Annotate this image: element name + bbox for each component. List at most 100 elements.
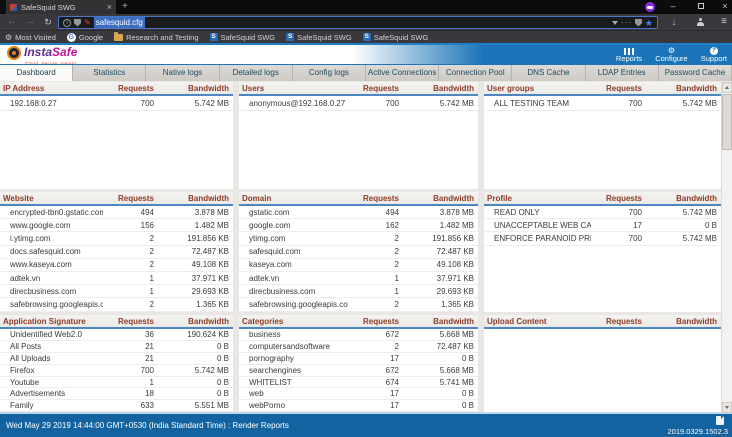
window-close-button[interactable]: × xyxy=(716,0,732,14)
header-action-label: Reports xyxy=(616,55,642,63)
row-requests: 156 xyxy=(103,221,158,230)
hamburger-menu-icon[interactable]: ≡ xyxy=(716,14,732,31)
row-label: ENFORCE PARANOID PRIVACY LEVEL xyxy=(484,234,591,243)
scrollbar-thumb[interactable] xyxy=(722,94,732,150)
table-row[interactable]: encrypted-tbn0.gstatic.com4943.878 MB xyxy=(0,206,233,219)
tab-dns-cache[interactable]: DNS Cache xyxy=(512,65,585,81)
extension-pen-icon[interactable]: ✎ xyxy=(84,19,91,27)
table-row[interactable]: Firefox7005.742 MB xyxy=(0,365,233,377)
table-row[interactable]: adtek.vn137.971 KB xyxy=(239,272,478,285)
table-row[interactable]: docs.safesquid.com272.487 KB xyxy=(0,246,233,259)
table-row[interactable]: kaseya.com249.108 KB xyxy=(239,259,478,272)
header-action-configure[interactable]: ⚙Configure xyxy=(655,46,688,63)
tab-dashboard[interactable]: Dashboard xyxy=(0,65,73,81)
safesquid-favicon-icon xyxy=(10,4,17,11)
page-actions-icon[interactable]: ··· xyxy=(621,19,632,27)
bookmark-google[interactable]: GGoogle xyxy=(67,31,103,43)
row-label: pornography xyxy=(239,354,348,363)
table-row[interactable]: www.kaseya.com249.108 KB xyxy=(0,259,233,272)
table-row[interactable]: web170 B xyxy=(239,388,478,400)
site-info-icon[interactable]: i xyxy=(63,19,71,27)
panel-header: ProfileRequestsBandwidth xyxy=(484,192,721,206)
bookmark-safesquid-swg[interactable]: SSafeSquid SWG xyxy=(363,31,429,43)
table-row[interactable]: pornography170 B xyxy=(239,353,478,365)
table-row[interactable]: gstatic.com4943.878 MB xyxy=(239,206,478,219)
reload-button[interactable]: ↻ xyxy=(40,14,56,31)
window-maximize-button[interactable] xyxy=(692,0,710,14)
table-row[interactable]: All Uploads210 B xyxy=(0,353,233,365)
table-row[interactable]: ytimg.com2191.856 KB xyxy=(239,232,478,245)
column-header-requests: Requests xyxy=(591,317,646,326)
table-row[interactable]: safesquid.com272.487 KB xyxy=(239,246,478,259)
header-action-reports[interactable]: Reports xyxy=(616,46,642,63)
table-row[interactable]: Advertisements180 B xyxy=(0,388,233,400)
table-row[interactable]: webPorno170 B xyxy=(239,400,478,412)
table-row[interactable]: Family6335.551 MB xyxy=(0,400,233,412)
back-button[interactable]: ← xyxy=(4,14,20,31)
table-row[interactable]: computersandsoftware272.487 KB xyxy=(239,341,478,353)
table-row[interactable]: anonymous@192.168.0.277005.742 MB xyxy=(239,96,478,111)
table-row[interactable]: direcbusiness.com129.693 KB xyxy=(0,285,233,298)
table-row[interactable]: business6725.668 MB xyxy=(239,329,478,341)
scroll-up-button[interactable] xyxy=(722,82,732,93)
panel-body: business6725.668 MBcomputersandsoftware2… xyxy=(239,329,478,412)
new-tab-button[interactable]: + xyxy=(122,0,128,14)
table-row[interactable]: All Posts210 B xyxy=(0,341,233,353)
header-action-support[interactable]: ?Support xyxy=(701,46,727,63)
row-bandwidth: 5.668 MB xyxy=(403,366,478,375)
table-row[interactable]: Unidentified Web2.036190.624 KB xyxy=(0,329,233,341)
bookmark-most-visited[interactable]: ⚙Most Visited xyxy=(5,31,56,43)
panel-title: Domain xyxy=(239,194,348,203)
row-label: ytimg.com xyxy=(239,234,348,243)
tab-active-connections[interactable]: Active Connections xyxy=(366,65,439,81)
vertical-scrollbar[interactable] xyxy=(721,82,732,413)
row-label: safebrowsing.googleapis.com xyxy=(239,300,348,309)
bookmark-safesquid-swg[interactable]: SSafeSquid SWG xyxy=(210,31,276,43)
forward-button[interactable]: → xyxy=(22,14,38,31)
table-row[interactable]: READ ONLY7005.742 MB xyxy=(484,206,721,219)
tab-password-cache[interactable]: Password Cache xyxy=(659,65,732,81)
window-minimize-button[interactable]: – xyxy=(664,0,682,14)
table-row[interactable]: adtek.vn137.971 KB xyxy=(0,272,233,285)
account-icon[interactable] xyxy=(692,14,708,31)
bookmark-star-icon[interactable]: ★ xyxy=(645,18,653,28)
table-row[interactable]: i.ytimg.com2191.856 KB xyxy=(0,232,233,245)
tab-ldap-entries[interactable]: LDAP Entries xyxy=(586,65,659,81)
table-row[interactable]: safebrowsing.googleapis.com21.365 KB xyxy=(239,298,478,311)
downloads-button[interactable]: ↓ xyxy=(666,14,682,31)
url-input[interactable]: safesquid.cfg xyxy=(94,17,145,28)
table-row[interactable]: google.com1621.482 MB xyxy=(239,219,478,232)
chevron-down-icon[interactable] xyxy=(612,21,618,25)
extension-mask-icon[interactable] xyxy=(645,2,655,12)
table-row[interactable]: Youtube10 B xyxy=(0,377,233,389)
table-row[interactable]: direcbusiness.com129.693 KB xyxy=(239,285,478,298)
tab-config-logs[interactable]: Config logs xyxy=(293,65,366,81)
table-row[interactable]: 192.168.0.277005.742 MB xyxy=(0,96,233,111)
tab-detailed-logs[interactable]: Detailed logs xyxy=(220,65,293,81)
tracking-protection-shield-icon[interactable] xyxy=(74,19,81,27)
table-row[interactable]: WHITELIST6745.741 MB xyxy=(239,377,478,389)
row-label: safebrowsing.googleapis.com xyxy=(0,300,103,309)
table-row[interactable]: searchengines6725.668 MB xyxy=(239,365,478,377)
row-label: safesquid.com xyxy=(239,247,348,256)
tab-close-icon[interactable]: × xyxy=(107,0,112,14)
tab-native-logs[interactable]: Native logs xyxy=(146,65,219,81)
table-row[interactable]: safebrowsing.googleapis.com21.365 KB xyxy=(0,298,233,311)
table-row[interactable]: ALL TESTING TEAM7005.742 MB xyxy=(484,96,721,111)
table-row[interactable]: UNACCEPTABLE WEB CATEGORY170 B xyxy=(484,219,721,232)
url-bar[interactable]: i ✎ safesquid.cfg ··· ★ xyxy=(58,16,658,29)
row-requests: 494 xyxy=(348,208,403,217)
table-row[interactable]: www.google.com1561.482 MB xyxy=(0,219,233,232)
row-bandwidth: 37.971 KB xyxy=(158,274,233,283)
table-row[interactable]: ENFORCE PARANOID PRIVACY LEVEL7005.742 M… xyxy=(484,232,721,245)
tab-connection-pool[interactable]: Connection Pool xyxy=(439,65,512,81)
browser-tab[interactable]: SafeSquid SWG × xyxy=(6,0,116,14)
panel-header: CategoriesRequestsBandwidth xyxy=(239,315,478,329)
tab-statistics[interactable]: Statistics xyxy=(73,65,146,81)
page-shield-icon[interactable] xyxy=(635,19,642,27)
row-requests: 2 xyxy=(103,260,158,269)
bookmark-label: SafeSquid SWG xyxy=(221,33,276,42)
bookmark-research-and-testing[interactable]: Research and Testing xyxy=(114,31,198,43)
scroll-down-button[interactable] xyxy=(722,402,732,413)
bookmark-safesquid-swg[interactable]: SSafeSquid SWG xyxy=(286,31,352,43)
